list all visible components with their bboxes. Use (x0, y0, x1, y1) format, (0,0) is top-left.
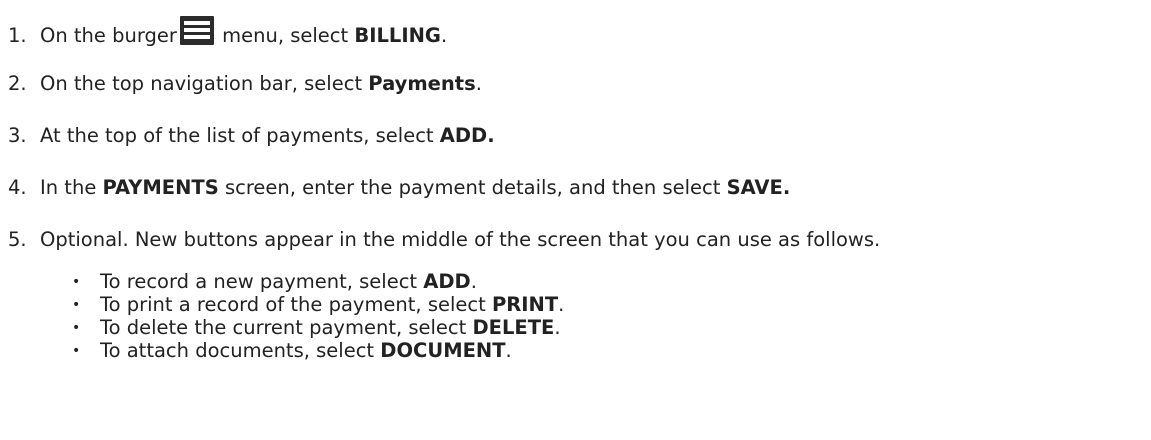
substep-text: To delete the current payment, select (100, 316, 473, 339)
step-text-continued: menu, select (215, 24, 355, 47)
step-3: 3. At the top of the list of payments, se… (8, 123, 495, 149)
button-name-delete: DELETE (472, 316, 555, 339)
step-number: 4. (8, 176, 27, 199)
button-name-document: DOCUMENT (380, 339, 506, 362)
button-name-print: PRINT (491, 293, 559, 316)
substep-text: To attach documents, select (100, 339, 381, 362)
burger-menu-icon (179, 16, 214, 45)
step-number: 1. (8, 24, 27, 47)
substep-document: • To attach documents, select DOCUMENT. (72, 338, 512, 364)
step-4: 4. In the PAYMENTS screen, enter the paym… (8, 175, 790, 201)
button-name-save: SAVE. (726, 176, 791, 199)
step-punctuation: . (505, 339, 512, 362)
step-number: 2. (8, 72, 27, 95)
step-punctuation: . (558, 293, 565, 316)
step-punctuation: . (554, 316, 561, 339)
step-text: Optional. New buttons appear in the midd… (40, 228, 881, 251)
step-text-continued: screen, enter the payment details, and t… (218, 176, 727, 199)
step-number: 5. (8, 228, 27, 251)
step-text: On the top navigation bar, select (40, 72, 369, 95)
step-5: 5. Optional. New buttons appear in the mi… (8, 227, 880, 253)
menu-item-billing: BILLING (354, 24, 441, 47)
substep-text: To record a new payment, select (100, 270, 424, 293)
step-punctuation: . (440, 24, 448, 47)
step-2: 2. On the top navigation bar, select Paym… (8, 71, 482, 97)
button-name-add: ADD (423, 270, 471, 293)
step-text: On the burger (40, 24, 177, 47)
step-number: 3. (8, 124, 27, 147)
step-text: At the top of the list of payments, sele… (40, 124, 440, 147)
step-text: In the (40, 176, 103, 199)
bullet-icon: • (72, 343, 81, 359)
nav-item-payments: Payments (368, 72, 476, 95)
step-punctuation: . (470, 270, 477, 293)
screen-name-payments: PAYMENTS (102, 176, 219, 199)
substep-text: To print a record of the payment, select (100, 293, 492, 316)
button-name-add: ADD. (439, 124, 495, 147)
step-1: 1. On the burger menu, select BILLING. (8, 16, 447, 49)
step-punctuation: . (475, 72, 482, 95)
